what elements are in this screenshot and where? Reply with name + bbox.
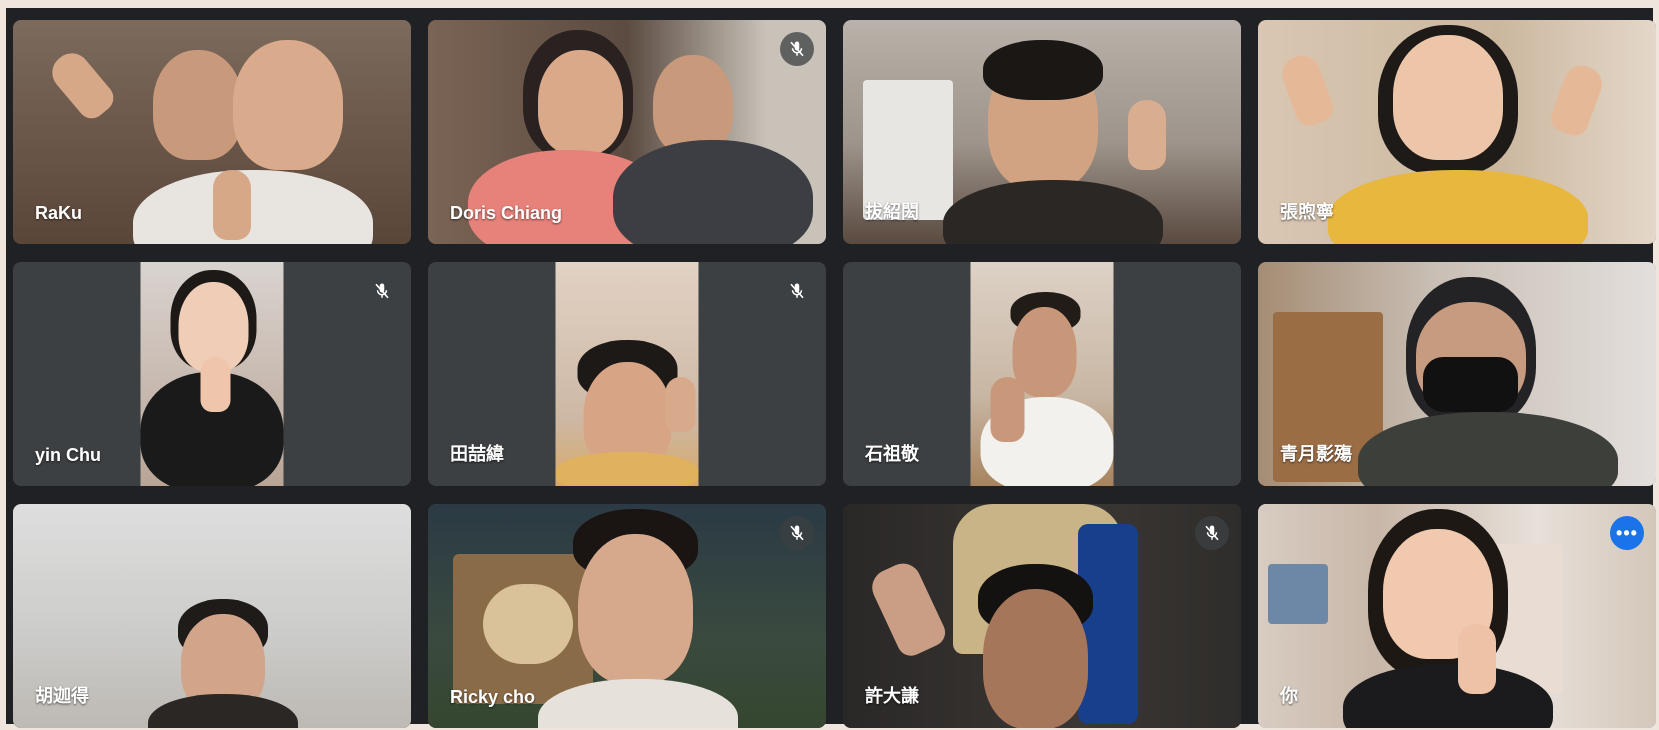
participant-name: Doris Chiang: [450, 203, 563, 223]
participant-tile-hu-jia-de[interactable]: 胡迦得: [13, 504, 411, 728]
mic-off-icon: [1195, 516, 1229, 550]
participant-name: 拔紹閎: [865, 202, 919, 222]
mic-off-icon: [780, 32, 814, 66]
participant-tile-zhang-xu-ning[interactable]: 張煦寧: [1258, 20, 1656, 244]
participant-tile-yin-chu[interactable]: yin Chu: [13, 262, 411, 486]
video-feed: [970, 262, 1114, 486]
video-feed: [555, 262, 699, 486]
participant-name: 胡迦得: [35, 686, 89, 706]
participant-tile-ba-shao-hong[interactable]: 拔紹閎: [843, 20, 1241, 244]
mic-off-icon: [365, 274, 399, 308]
participant-name: 青月影殤: [1280, 444, 1352, 464]
video-feed: [1258, 504, 1656, 728]
participant-tile-qing-yue-ying-shang[interactable]: 青月影殤: [1258, 262, 1656, 486]
participant-grid: RaKu Doris Chiang 拔紹閎 張煦寧 yin Chu 田喆緯 石祖…: [13, 20, 1656, 728]
more-horiz-icon: •••: [1616, 522, 1638, 543]
participant-tile-raku[interactable]: RaKu: [13, 20, 411, 244]
video-feed: [140, 262, 284, 486]
mic-off-icon: [780, 516, 814, 550]
more-options-button[interactable]: •••: [1610, 516, 1644, 550]
participant-name: Ricky cho: [450, 687, 536, 707]
participant-name: 田喆緯: [450, 444, 504, 464]
participant-tile-tian-zhe-wei[interactable]: 田喆緯: [428, 262, 826, 486]
participant-tile-ricky-cho[interactable]: Ricky cho: [428, 504, 826, 728]
participant-tile-self[interactable]: 你 •••: [1258, 504, 1656, 728]
participant-name: yin Chu: [35, 445, 101, 465]
participant-name: 許大謙: [865, 686, 919, 706]
participant-tile-xu-da-qian[interactable]: 許大謙: [843, 504, 1241, 728]
participant-name: 張煦寧: [1280, 202, 1334, 222]
participant-name: 石祖敬: [865, 444, 919, 464]
participant-name: RaKu: [35, 203, 83, 223]
mic-off-icon: [780, 274, 814, 308]
participant-name: 你: [1280, 686, 1298, 706]
participant-tile-doris-chiang[interactable]: Doris Chiang: [428, 20, 826, 244]
participant-tile-shi-zu-jing[interactable]: 石祖敬: [843, 262, 1241, 486]
